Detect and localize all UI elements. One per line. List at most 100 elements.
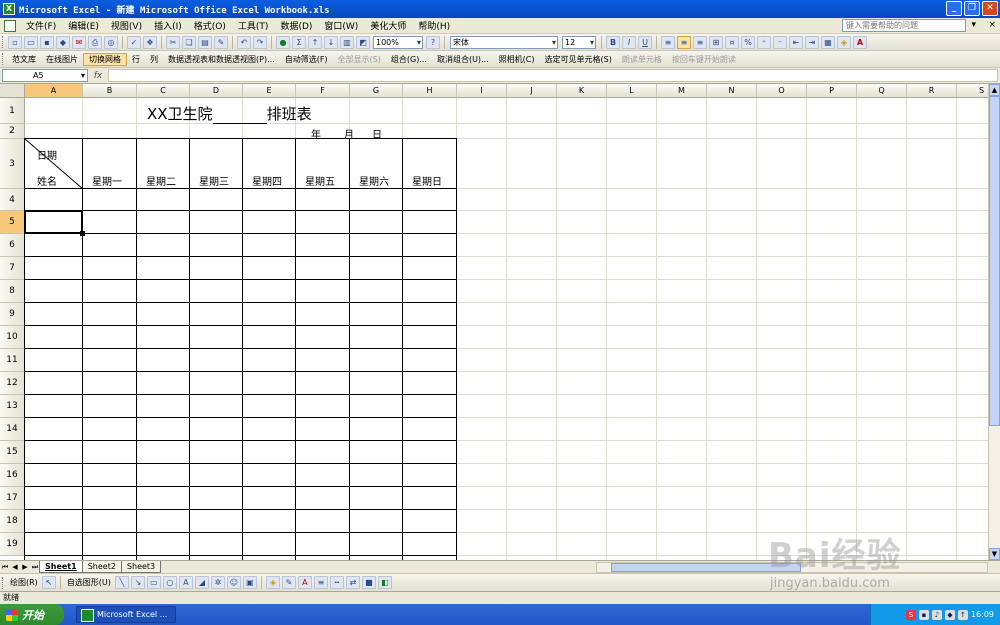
- row-header-6[interactable]: 6: [0, 234, 25, 257]
- insert-column-button[interactable]: 列: [145, 54, 163, 65]
- column-header-h[interactable]: H: [403, 84, 457, 98]
- select-objects-icon[interactable]: ↖: [41, 576, 56, 589]
- undo-icon[interactable]: ↶: [237, 35, 251, 49]
- toolbar-grip[interactable]: [2, 36, 5, 48]
- taskbar-excel-item[interactable]: Microsoft Excel ...: [76, 606, 176, 623]
- column-header-g[interactable]: G: [350, 84, 403, 98]
- rectangle-icon[interactable]: ▭: [146, 576, 161, 589]
- 3d-style-icon[interactable]: ◧: [377, 576, 392, 589]
- sort-descending-icon[interactable]: ↓: [324, 35, 338, 49]
- column-header-k[interactable]: K: [557, 84, 607, 98]
- excel-app-icon[interactable]: X: [3, 3, 15, 15]
- column-header-r[interactable]: R: [907, 84, 957, 98]
- permission-icon[interactable]: ◆: [56, 35, 70, 49]
- scroll-up-icon[interactable]: ▲: [989, 84, 1000, 96]
- autosum-icon[interactable]: Σ: [292, 35, 306, 49]
- redo-icon[interactable]: ↷: [253, 35, 267, 49]
- currency-icon[interactable]: ¤: [725, 35, 739, 49]
- decrease-decimal-icon[interactable]: ⁻: [773, 35, 787, 49]
- font-name-select[interactable]: 宋体: [450, 35, 558, 49]
- draw-menu-button[interactable]: 绘图(R): [7, 577, 41, 588]
- horizontal-scroll-thumb[interactable]: [611, 563, 801, 572]
- draw-fill-color-icon[interactable]: ◈: [265, 576, 280, 589]
- row-header-9[interactable]: 9: [0, 303, 25, 326]
- line-icon[interactable]: ╲: [114, 576, 129, 589]
- font-color-button[interactable]: A: [853, 35, 867, 49]
- row-header-4[interactable]: 4: [0, 189, 25, 211]
- percent-style-button[interactable]: %: [741, 35, 755, 49]
- addin-toolbar-grip[interactable]: [2, 53, 5, 65]
- menu-data[interactable]: 数据(D): [274, 19, 318, 32]
- vertical-scroll-thumb[interactable]: [989, 96, 1000, 426]
- menu-help[interactable]: 帮助(H): [412, 19, 456, 32]
- row-header-17[interactable]: 17: [0, 487, 25, 510]
- hyperlink-icon[interactable]: ●: [276, 35, 290, 49]
- row-header-16[interactable]: 16: [0, 464, 25, 487]
- column-header-d[interactable]: D: [190, 84, 243, 98]
- sheet-tab-3[interactable]: Sheet3: [120, 561, 162, 573]
- menu-window[interactable]: 窗口(W): [318, 19, 364, 32]
- sheet-tab-2[interactable]: Sheet2: [81, 561, 122, 573]
- align-center-icon[interactable]: ≡: [677, 35, 691, 49]
- row-header-13[interactable]: 13: [0, 395, 25, 418]
- row-header-5[interactable]: 5: [0, 211, 25, 234]
- horizontal-scrollbar[interactable]: [596, 562, 988, 573]
- column-header-b[interactable]: B: [83, 84, 137, 98]
- autoshapes-button[interactable]: 自选图形(U): [64, 577, 114, 588]
- show-all-button[interactable]: 全部显示(S): [333, 54, 386, 65]
- row-header-14[interactable]: 14: [0, 418, 25, 441]
- security-icon[interactable]: ◆: [944, 609, 955, 620]
- column-header-e[interactable]: E: [243, 84, 296, 98]
- name-box[interactable]: A5: [2, 69, 88, 82]
- italic-button[interactable]: I: [622, 35, 636, 49]
- vertical-scrollbar[interactable]: ▲ ▼: [988, 84, 1000, 560]
- increase-decimal-icon[interactable]: ⁺: [757, 35, 771, 49]
- oval-icon[interactable]: ○: [162, 576, 177, 589]
- column-header-l[interactable]: L: [607, 84, 657, 98]
- workbook-close-icon[interactable]: ×: [988, 20, 996, 30]
- row-header-1[interactable]: 1: [0, 98, 25, 124]
- column-header-c[interactable]: C: [137, 84, 190, 98]
- toggle-gridlines-button[interactable]: 切换网格: [83, 52, 127, 66]
- underline-button[interactable]: U: [638, 35, 652, 49]
- spelling-icon[interactable]: ✓: [127, 35, 141, 49]
- format-painter-icon[interactable]: ✎: [214, 35, 228, 49]
- weekday-header[interactable]: 星期四: [252, 173, 282, 188]
- help-search-input[interactable]: 键入需要帮助的问题: [842, 19, 966, 32]
- bold-button[interactable]: B: [606, 35, 620, 49]
- camera-button[interactable]: 照相机(C): [494, 54, 540, 65]
- ungroup-button[interactable]: 取消组合(U)...: [432, 54, 494, 65]
- insert-row-button[interactable]: 行: [127, 54, 145, 65]
- borders-icon[interactable]: ▦: [821, 35, 835, 49]
- align-left-icon[interactable]: ≡: [661, 35, 675, 49]
- network-icon[interactable]: ▪: [918, 609, 929, 620]
- menu-tools[interactable]: 工具(T): [232, 19, 275, 32]
- row-header-8[interactable]: 8: [0, 280, 25, 303]
- column-header-f[interactable]: F: [296, 84, 350, 98]
- picture-icon[interactable]: ▣: [242, 576, 257, 589]
- column-header-i[interactable]: I: [457, 84, 507, 98]
- column-header-m[interactable]: M: [657, 84, 707, 98]
- menu-beautify[interactable]: 美化大师: [364, 19, 412, 32]
- first-sheet-icon[interactable]: ⏮: [0, 563, 10, 572]
- line-color-icon[interactable]: ✎: [281, 576, 296, 589]
- select-all-corner[interactable]: [0, 84, 25, 98]
- print-preview-icon[interactable]: ◎: [104, 35, 118, 49]
- help-dropdown-icon[interactable]: ▾: [971, 20, 976, 30]
- align-right-icon[interactable]: ≡: [693, 35, 707, 49]
- diagram-icon[interactable]: ✲: [210, 576, 225, 589]
- restore-button[interactable]: ❐: [964, 1, 980, 16]
- active-cell-a5[interactable]: [24, 210, 83, 234]
- column-header-s[interactable]: S: [957, 84, 988, 98]
- menu-file[interactable]: 文件(F): [20, 19, 62, 32]
- menu-edit[interactable]: 编辑(E): [62, 19, 105, 32]
- new-icon[interactable]: ▫: [8, 35, 22, 49]
- arrow-icon[interactable]: ↘: [130, 576, 145, 589]
- print-icon[interactable]: ⎙: [88, 35, 102, 49]
- pivot-table-button[interactable]: 数据透视表和数据透视图(P)...: [163, 54, 280, 65]
- row-header-11[interactable]: 11: [0, 349, 25, 372]
- group-button[interactable]: 组合(G)...: [386, 54, 432, 65]
- paste-icon[interactable]: ▤: [198, 35, 212, 49]
- save-icon[interactable]: ▪: [40, 35, 54, 49]
- template-library-button[interactable]: 范文库: [7, 54, 41, 65]
